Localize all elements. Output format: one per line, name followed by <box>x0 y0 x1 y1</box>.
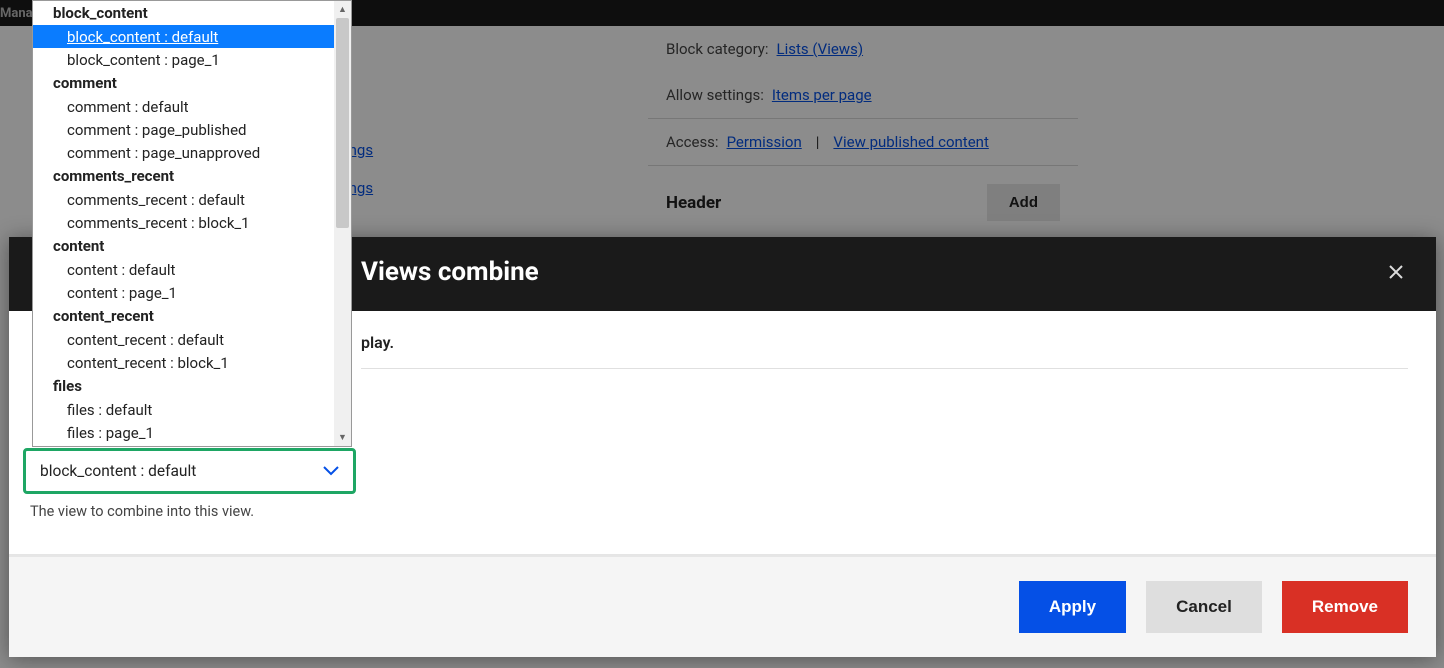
dropdown-option[interactable]: comment : default <box>33 95 351 118</box>
dropdown-group: comments_recent <box>33 164 351 188</box>
scroll-up-icon[interactable]: ▲ <box>334 1 351 18</box>
dropdown-option[interactable]: files : default <box>33 398 351 421</box>
dropdown-option[interactable]: comments_recent : block_1 <box>33 211 351 234</box>
dropdown-option[interactable]: content_recent : default <box>33 328 351 351</box>
dropdown-group: content <box>33 234 351 258</box>
scroll-thumb[interactable] <box>336 18 349 228</box>
view-select-dropdown[interactable]: block_contentblock_content : defaultbloc… <box>32 0 352 447</box>
view-select-description: The view to combine into this view. <box>30 503 254 520</box>
dropdown-option[interactable]: content : default <box>33 258 351 281</box>
dropdown-group: files <box>33 374 351 398</box>
modal-title: Views combine <box>361 257 539 287</box>
dropdown-group: block_content <box>33 1 351 25</box>
dropdown-option[interactable]: files : page_2 <box>33 444 351 446</box>
remove-button[interactable]: Remove <box>1282 581 1408 633</box>
dropdown-option[interactable]: comment : page_published <box>33 118 351 141</box>
dropdown-option[interactable]: comments_recent : default <box>33 188 351 211</box>
close-icon[interactable] <box>1384 260 1408 284</box>
view-select-value: block_content : default <box>40 462 196 480</box>
dropdown-option[interactable]: block_content : page_1 <box>33 48 351 71</box>
modal-body-text: play. <box>361 333 394 352</box>
dropdown-group: comment <box>33 71 351 95</box>
dropdown-option[interactable]: files : page_1 <box>33 421 351 444</box>
dropdown-option[interactable]: content_recent : block_1 <box>33 351 351 374</box>
apply-button[interactable]: Apply <box>1019 581 1126 633</box>
dropdown-group: content_recent <box>33 304 351 328</box>
scroll-down-icon[interactable]: ▼ <box>334 429 351 446</box>
modal-footer: Apply Cancel Remove <box>9 555 1436 657</box>
dropdown-scrollbar[interactable]: ▲ ▼ <box>334 1 351 446</box>
chevron-down-icon <box>323 462 339 480</box>
dropdown-option[interactable]: content : page_1 <box>33 281 351 304</box>
cancel-button[interactable]: Cancel <box>1146 581 1262 633</box>
dropdown-option[interactable]: block_content : default <box>33 25 351 48</box>
view-select[interactable]: block_content : default <box>23 448 356 494</box>
dropdown-option[interactable]: comment : page_unapproved <box>33 141 351 164</box>
